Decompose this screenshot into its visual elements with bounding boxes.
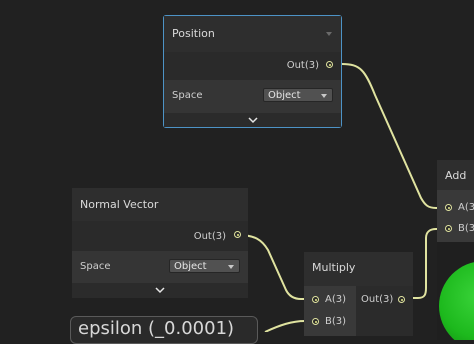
node-settings: Space Object — [72, 251, 248, 283]
expand-toggle[interactable] — [72, 283, 248, 298]
output-port[interactable] — [326, 61, 333, 68]
input-port-a-label: A(3) — [458, 202, 474, 213]
expand-toggle[interactable] — [164, 113, 341, 127]
triangle-down-icon — [228, 265, 234, 269]
output-port[interactable] — [398, 296, 405, 303]
output-ports: Out(3) — [164, 52, 341, 80]
epsilon-property[interactable]: epsilon (_0.0001) — [70, 316, 258, 344]
normal-vector-node[interactable]: Normal Vector Out(3) Space Object — [72, 188, 248, 298]
input-port-b-label: B(3) — [325, 316, 347, 327]
input-port-b[interactable] — [312, 318, 319, 325]
input-port-b[interactable] — [445, 225, 452, 232]
preview-area — [437, 242, 474, 340]
input-ports: A(3) B(3) — [437, 190, 474, 242]
node-title-text: Normal Vector — [80, 198, 159, 211]
multiply-node[interactable]: Multiply A(3) B(3) Out(3) — [304, 252, 413, 336]
input-port-b-label: B(3) — [458, 223, 474, 234]
space-dropdown[interactable]: Object — [169, 259, 240, 273]
space-dropdown[interactable]: Object — [263, 88, 333, 102]
space-dropdown-value: Object — [174, 261, 207, 272]
triangle-down-icon — [321, 94, 327, 98]
input-port-a[interactable] — [445, 204, 452, 211]
output-port-label: Out(3) — [286, 60, 319, 71]
space-label: Space — [80, 261, 111, 272]
output-port-label: Out(3) — [193, 231, 226, 242]
node-title-text: Multiply — [312, 261, 356, 274]
epsilon-label: epsilon (_0.0001) — [78, 318, 235, 339]
output-port[interactable] — [234, 231, 241, 238]
node-settings: Space Object — [164, 80, 341, 113]
input-ports: A(3) B(3) — [304, 286, 356, 336]
output-port-label: Out(3) — [361, 294, 394, 305]
edge-position-to-add-a[interactable] — [341, 63, 447, 209]
position-node[interactable]: Position Out(3) Space Object — [163, 15, 342, 128]
node-title[interactable]: Add — [437, 160, 474, 190]
add-node[interactable]: Add A(3) B(3) — [437, 160, 474, 340]
node-title[interactable]: Position — [164, 16, 341, 52]
input-port-a[interactable] — [312, 296, 319, 303]
output-ports: Out(3) — [72, 221, 248, 251]
chevron-down-icon — [248, 117, 258, 124]
node-title[interactable]: Normal Vector — [72, 188, 248, 221]
output-ports: Out(3) — [356, 286, 413, 336]
collapse-icon[interactable] — [326, 32, 332, 36]
input-port-a-label: A(3) — [325, 294, 347, 305]
space-dropdown-value: Object — [268, 90, 301, 101]
node-title-text: Position — [172, 27, 215, 40]
space-label: Space — [172, 90, 203, 101]
node-title[interactable]: Multiply — [304, 252, 413, 286]
node-title-text: Add — [445, 169, 467, 182]
preview-sphere — [439, 261, 474, 340]
chevron-down-icon — [155, 287, 165, 294]
